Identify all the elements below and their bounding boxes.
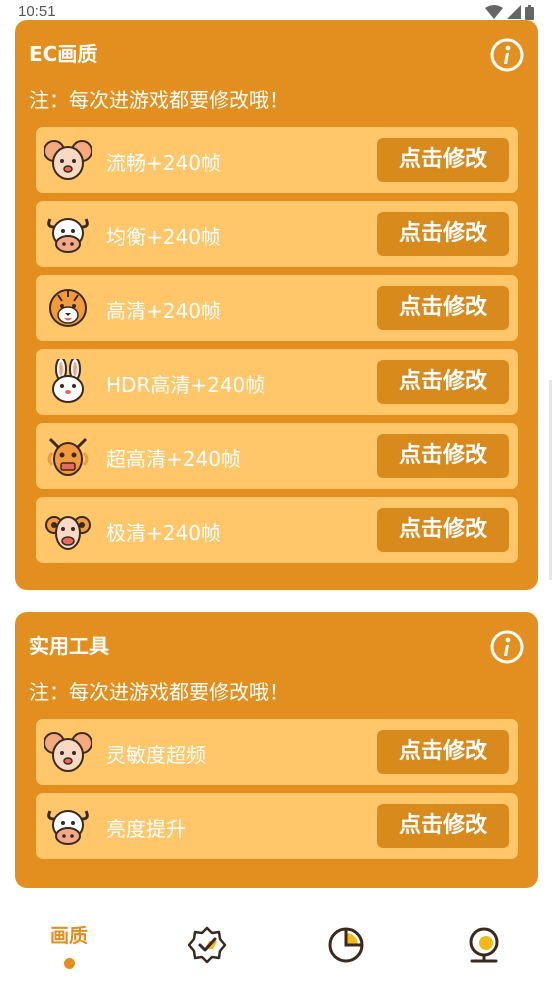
info-icon[interactable] [490, 38, 524, 72]
ox-icon [47, 218, 89, 253]
tab-verified[interactable] [167, 915, 247, 975]
row-label: 均衡+240帧 [106, 225, 221, 249]
webcam-icon [469, 927, 499, 963]
utility-tools-panel: 实用工具 注：每次进游戏都要修改哦！ 灵敏度超频 点击修改 亮度提升 点击修改 [15, 612, 538, 888]
modify-button[interactable]: 点击修改 [377, 804, 509, 848]
panel-title: EC画质 [29, 42, 98, 66]
list-item: 流畅+240帧 点击修改 [36, 127, 518, 193]
row-label: HDR高清+240帧 [106, 373, 266, 397]
row-label: 灵敏度超频 [106, 743, 206, 767]
dragon-icon [47, 437, 89, 476]
tiger-icon [49, 289, 87, 327]
rat-icon [44, 140, 92, 180]
list-item: 超高清+240帧 点击修改 [36, 423, 518, 489]
wifi-icon [485, 5, 503, 19]
info-icon[interactable] [490, 630, 524, 664]
status-icons [485, 4, 534, 20]
list-item: HDR高清+240帧 点击修改 [36, 349, 518, 415]
row-label: 超高清+240帧 [106, 447, 241, 471]
panel-title: 实用工具 [29, 634, 109, 658]
signal-icon [507, 5, 521, 19]
pie-chart-icon [328, 927, 364, 963]
tab-profile[interactable] [444, 915, 524, 975]
graphics-quality-panel: EC画质 注：每次进游戏都要修改哦！ 流畅+240帧 点击修改 均衡+240帧 … [15, 20, 538, 590]
tab-stats[interactable] [306, 915, 386, 975]
battery-icon [525, 4, 534, 20]
tab-quality[interactable]: 画质 [29, 915, 109, 975]
row-label: 极清+240帧 [106, 521, 221, 545]
bottom-nav: 画质 [0, 905, 552, 983]
modify-button[interactable]: 点击修改 [377, 212, 509, 256]
modify-button[interactable]: 点击修改 [377, 286, 509, 330]
list-item: 亮度提升 点击修改 [36, 793, 518, 859]
panel-note: 注：每次进游戏都要修改哦！ [29, 680, 289, 704]
panel-note: 注：每次进游戏都要修改哦！ [29, 88, 289, 112]
modify-button[interactable]: 点击修改 [377, 434, 509, 478]
list-item: 极清+240帧 点击修改 [36, 497, 518, 563]
tab-quality-label: 画质 [49, 925, 88, 947]
row-label: 流畅+240帧 [106, 151, 221, 175]
rabbit-icon [52, 359, 84, 403]
active-indicator [63, 958, 75, 969]
list-item: 灵敏度超频 点击修改 [36, 719, 518, 785]
modify-button[interactable]: 点击修改 [377, 138, 509, 182]
verified-badge-icon [187, 926, 227, 964]
ox-icon [47, 810, 89, 845]
rat-icon [44, 732, 92, 772]
list-item: 高清+240帧 点击修改 [36, 275, 518, 341]
list-item: 均衡+240帧 点击修改 [36, 201, 518, 267]
ram-icon [45, 516, 91, 550]
modify-button[interactable]: 点击修改 [377, 508, 509, 552]
row-label: 高清+240帧 [106, 299, 221, 323]
row-label: 亮度提升 [106, 817, 186, 841]
modify-button[interactable]: 点击修改 [377, 730, 509, 774]
status-time: 10:51 [18, 3, 56, 20]
modify-button[interactable]: 点击修改 [377, 360, 509, 404]
